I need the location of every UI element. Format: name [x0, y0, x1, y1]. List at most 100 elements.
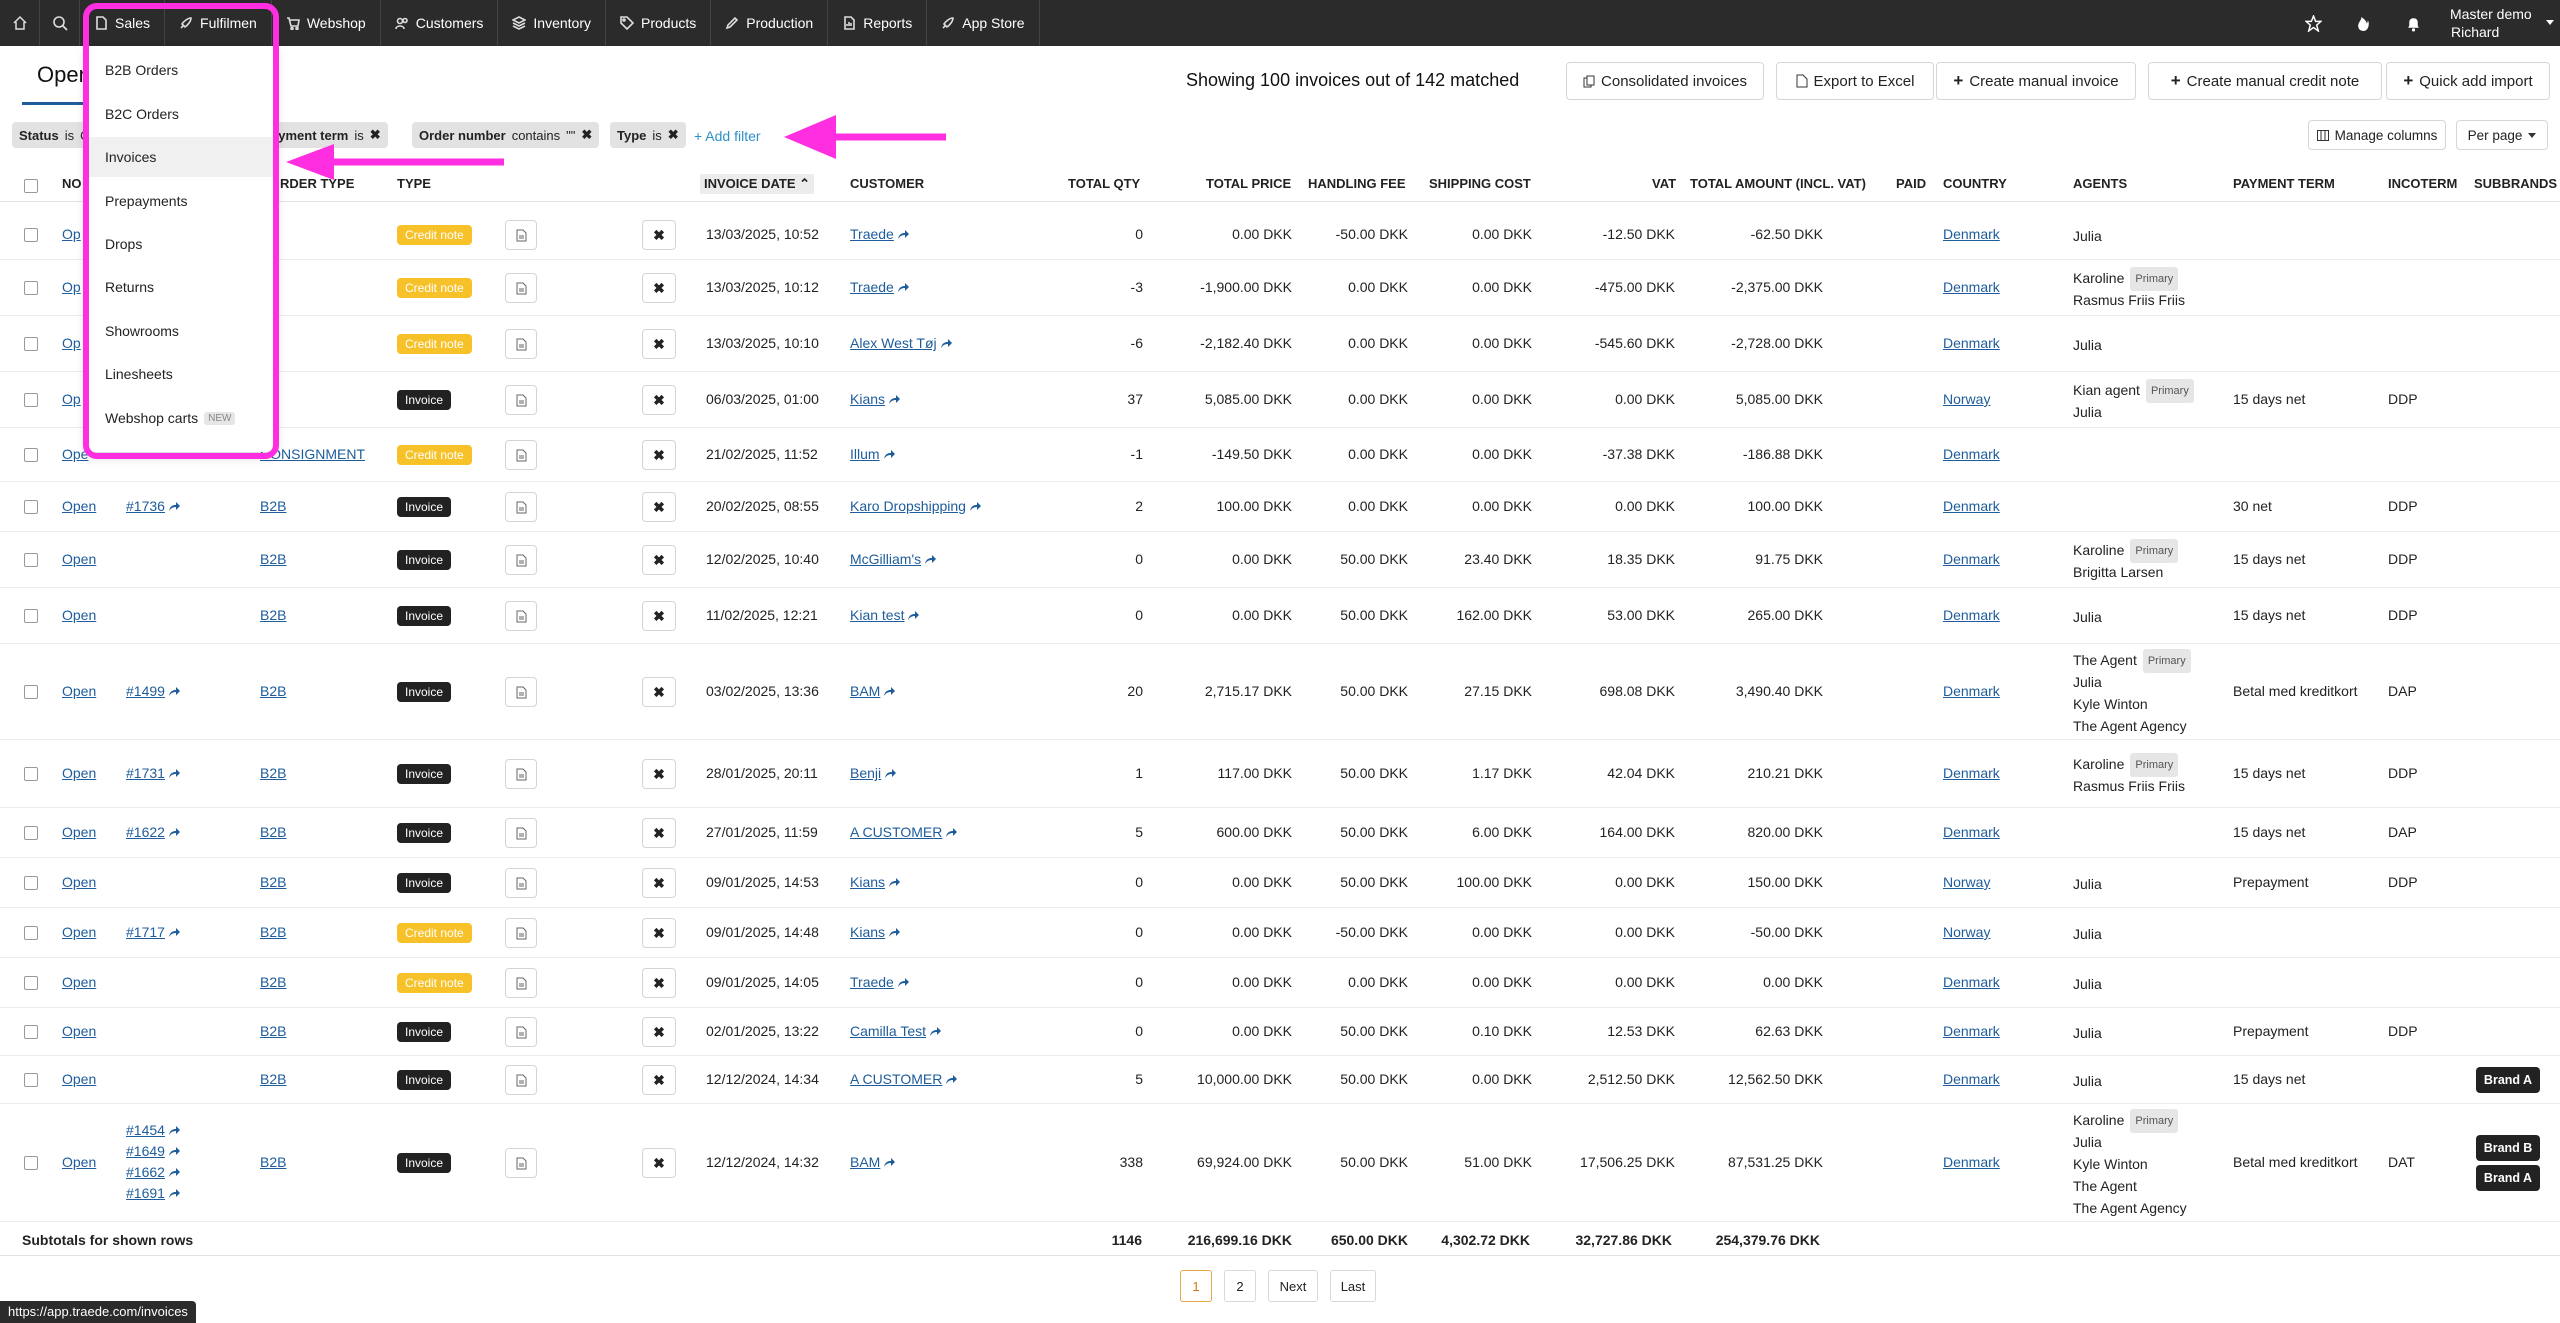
row-checkbox[interactable]	[24, 876, 38, 890]
download-pdf-button[interactable]	[505, 918, 537, 948]
close-icon[interactable]: ✖	[581, 127, 592, 143]
status-link[interactable]: Op	[62, 226, 81, 242]
row-checkbox[interactable]	[24, 393, 38, 407]
subbrand-badge[interactable]: Brand B	[2476, 1135, 2540, 1161]
download-pdf-button[interactable]	[505, 677, 537, 707]
nav-products[interactable]: Products	[606, 0, 712, 46]
order-link[interactable]: #1622	[126, 824, 181, 840]
download-pdf-button[interactable]	[505, 1065, 537, 1095]
country-link[interactable]: Denmark	[1943, 1071, 2000, 1087]
country-link[interactable]: Denmark	[1943, 765, 2000, 781]
col-invoice-date[interactable]: INVOICE DATE ⌃	[700, 174, 815, 194]
col-total-amount[interactable]: TOTAL AMOUNT (INCL. VAT)	[1690, 176, 1866, 191]
download-pdf-button[interactable]	[505, 968, 537, 998]
status-link[interactable]: Open	[62, 1154, 96, 1170]
col-total-qty[interactable]: TOTAL QTY	[1068, 176, 1140, 191]
order-type-link[interactable]: B2B	[260, 1023, 286, 1039]
customer-link[interactable]: Kians	[850, 874, 901, 890]
download-pdf-button[interactable]	[505, 440, 537, 470]
order-type-link[interactable]: B2B	[260, 551, 286, 567]
menu-item-webshop-carts[interactable]: Webshop carts NEW	[87, 398, 275, 438]
fire-icon[interactable]	[2338, 0, 2388, 46]
order-link[interactable]: #1454	[126, 1122, 181, 1138]
download-pdf-button[interactable]	[505, 868, 537, 898]
customer-link[interactable]: BAM	[850, 683, 896, 699]
download-pdf-button[interactable]	[505, 759, 537, 789]
customer-link[interactable]: Benji	[850, 765, 897, 781]
customer-link[interactable]: Kians	[850, 924, 901, 940]
customer-link[interactable]: Kians	[850, 391, 901, 407]
download-pdf-button[interactable]	[505, 220, 537, 250]
home-icon[interactable]	[0, 0, 40, 46]
row-checkbox[interactable]	[24, 926, 38, 940]
status-link[interactable]: Op	[62, 391, 81, 407]
download-pdf-button[interactable]	[505, 492, 537, 522]
quick-add-import-button[interactable]: + Quick add import	[2386, 62, 2550, 100]
order-type-link[interactable]: B2B	[260, 498, 286, 514]
order-type-link[interactable]: B2B	[260, 607, 286, 623]
country-link[interactable]: Denmark	[1943, 1154, 2000, 1170]
select-all-checkbox[interactable]	[24, 179, 38, 193]
status-link[interactable]: Open	[62, 683, 96, 699]
order-link[interactable]: #1499	[126, 683, 181, 699]
col-customer[interactable]: CUSTOMER	[850, 176, 924, 191]
customer-link[interactable]: Traede	[850, 974, 910, 990]
order-link[interactable]: #1662	[126, 1164, 181, 1180]
customer-link[interactable]: BAM	[850, 1154, 896, 1170]
subbrand-badge[interactable]: Brand A	[2476, 1165, 2540, 1191]
download-pdf-button[interactable]	[505, 329, 537, 359]
close-icon[interactable]: ✖	[642, 818, 676, 848]
nav-sales[interactable]: Sales	[80, 0, 166, 46]
order-type-link[interactable]: B2B	[260, 683, 286, 699]
customer-link[interactable]: Karo Dropshipping	[850, 498, 982, 514]
customer-link[interactable]: Kian test	[850, 607, 920, 623]
download-pdf-button[interactable]	[505, 1148, 537, 1178]
col-agents[interactable]: AGENTS	[2073, 176, 2127, 191]
row-checkbox[interactable]	[24, 553, 38, 567]
country-link[interactable]: Denmark	[1943, 1023, 2000, 1039]
create-manual-invoice-button[interactable]: + Create manual invoice	[1936, 62, 2136, 100]
menu-item-invoices[interactable]: Invoices	[87, 137, 275, 177]
download-pdf-button[interactable]	[505, 385, 537, 415]
status-link[interactable]: Open	[62, 1071, 96, 1087]
close-icon[interactable]: ✖	[668, 127, 679, 143]
status-link[interactable]: Open	[62, 765, 96, 781]
customer-link[interactable]: Camilla Test	[850, 1023, 942, 1039]
status-link[interactable]: Open	[62, 924, 96, 940]
add-filter-link[interactable]: + Add filter	[694, 128, 761, 144]
nav-reports[interactable]: Reports	[828, 0, 928, 46]
row-checkbox[interactable]	[24, 1073, 38, 1087]
customer-link[interactable]: A CUSTOMER	[850, 824, 958, 840]
close-icon[interactable]: ✖	[642, 868, 676, 898]
status-link[interactable]: Open	[62, 607, 96, 623]
create-manual-credit-note-button[interactable]: + Create manual credit note	[2148, 62, 2382, 100]
customer-link[interactable]: Traede	[850, 226, 910, 242]
row-checkbox[interactable]	[24, 448, 38, 462]
subbrand-badge[interactable]: Brand A	[2476, 1067, 2540, 1093]
close-icon[interactable]: ✖	[642, 759, 676, 789]
order-type-link[interactable]: B2B	[260, 1154, 286, 1170]
per-page-dropdown[interactable]: Per page	[2456, 120, 2548, 150]
close-icon[interactable]: ✖	[642, 220, 676, 250]
close-icon[interactable]: ✖	[642, 918, 676, 948]
col-incoterm[interactable]: INCOTERM	[2388, 176, 2457, 191]
customer-link[interactable]: Traede	[850, 279, 910, 295]
row-checkbox[interactable]	[24, 281, 38, 295]
manage-columns-button[interactable]: Manage columns	[2308, 120, 2446, 150]
menu-item-returns[interactable]: Returns	[87, 267, 275, 307]
consolidated-invoices-button[interactable]: Consolidated invoices	[1566, 62, 1764, 100]
menu-item-linesheets[interactable]: Linesheets	[87, 354, 275, 394]
close-icon[interactable]: ✖	[642, 968, 676, 998]
customer-link[interactable]: Alex West Tøj	[850, 335, 953, 351]
customer-link[interactable]: McGilliam's	[850, 551, 937, 567]
order-type-link[interactable]: B2B	[260, 765, 286, 781]
user-menu[interactable]: Master demo Richard	[2438, 5, 2560, 41]
menu-item-b2b-orders[interactable]: B2B Orders	[87, 50, 275, 90]
download-pdf-button[interactable]	[505, 545, 537, 575]
order-type-link[interactable]: CONSIGNMENT	[260, 446, 365, 462]
menu-item-b2c-orders[interactable]: B2C Orders	[87, 94, 275, 134]
row-checkbox[interactable]	[24, 609, 38, 623]
filter-chip-status[interactable]: Status is O	[12, 122, 92, 148]
row-checkbox[interactable]	[24, 500, 38, 514]
country-link[interactable]: Denmark	[1943, 279, 2000, 295]
